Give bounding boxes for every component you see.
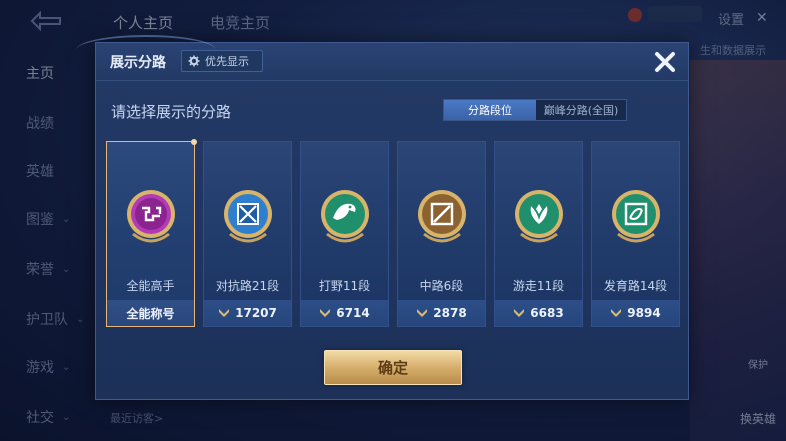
lane-footer-text: 全能称号 (126, 306, 175, 321)
lane-footer-text: 6683 (530, 306, 564, 320)
lane-footer-text: 2878 (433, 306, 467, 320)
lane-name: 打野11段 (318, 279, 371, 293)
confirm-button[interactable]: 确定 (324, 350, 462, 385)
lane-card-mid[interactable]: 中路6段 2878 (397, 141, 486, 327)
dialog-title: 展示分路 (110, 55, 166, 71)
lane-card-roam[interactable]: 游走11段 6683 (494, 141, 583, 327)
lane-footer: 2878 (398, 300, 485, 326)
close-button[interactable] (650, 47, 680, 77)
mid-lane-emblem-icon (418, 190, 466, 243)
dialog-header: 展示分路 优先显示 (76, 35, 688, 81)
close-icon (655, 52, 675, 72)
lane-card-clash[interactable]: 对抗路21段 17207 (203, 141, 292, 327)
lane-footer-text: 9894 (627, 306, 661, 320)
lane-name: 全能高手 (126, 279, 175, 293)
confirm-label: 确定 (377, 359, 408, 377)
priority-display-button[interactable]: 优先显示 (181, 50, 263, 72)
lane-card-farm[interactable]: 发育路14段 9894 (591, 141, 680, 327)
dialog-subtitle: 请选择展示的分路 (111, 103, 232, 121)
lane-mode-toggle: 分路段位 巅峰分路(全国) (443, 99, 627, 121)
lane-footer: 17207 (204, 300, 291, 326)
lane-card-jungle[interactable]: 打野11段 6714 (300, 141, 389, 327)
jungle-emblem-icon (321, 190, 369, 243)
omni-emblem-icon (127, 190, 175, 243)
rank-points-icon (514, 309, 525, 317)
lane-name: 中路6段 (419, 279, 464, 293)
rank-points-icon (320, 309, 331, 317)
lane-display-dialog: 展示分路 优先显示 请选择展示的分路 分路段位 巅峰分路(全国) 全能高手 全能… (76, 35, 689, 400)
lane-footer: 9894 (592, 300, 679, 326)
lane-footer-text: 17207 (235, 306, 277, 320)
lane-cards: 全能高手 全能称号 对抗路21段 17207 打野11段 6714 中路6段 2… (106, 139, 682, 327)
priority-display-label: 优先显示 (205, 55, 249, 68)
lane-footer: 6714 (301, 300, 388, 326)
gear-icon (188, 55, 200, 67)
farm-lane-emblem-icon (612, 190, 660, 243)
toggle-peak-lane[interactable]: 巅峰分路(全国) (536, 100, 626, 120)
roam-emblem-icon (515, 190, 563, 243)
rank-points-icon (611, 309, 622, 317)
lane-footer: 全能称号 (107, 300, 194, 326)
lane-name: 游走11段 (512, 279, 565, 293)
rank-points-icon (417, 309, 428, 317)
rank-points-icon (219, 309, 230, 317)
toggle-lane-rank[interactable]: 分路段位 (444, 100, 536, 120)
lane-footer-text: 6714 (336, 306, 370, 320)
lane-card-omni[interactable]: 全能高手 全能称号 (106, 139, 197, 327)
lane-footer: 6683 (495, 300, 582, 326)
selected-marker (191, 139, 197, 145)
lane-name: 对抗路21段 (215, 279, 280, 293)
clash-lane-emblem-icon (224, 190, 272, 243)
lane-name: 发育路14段 (603, 279, 668, 293)
